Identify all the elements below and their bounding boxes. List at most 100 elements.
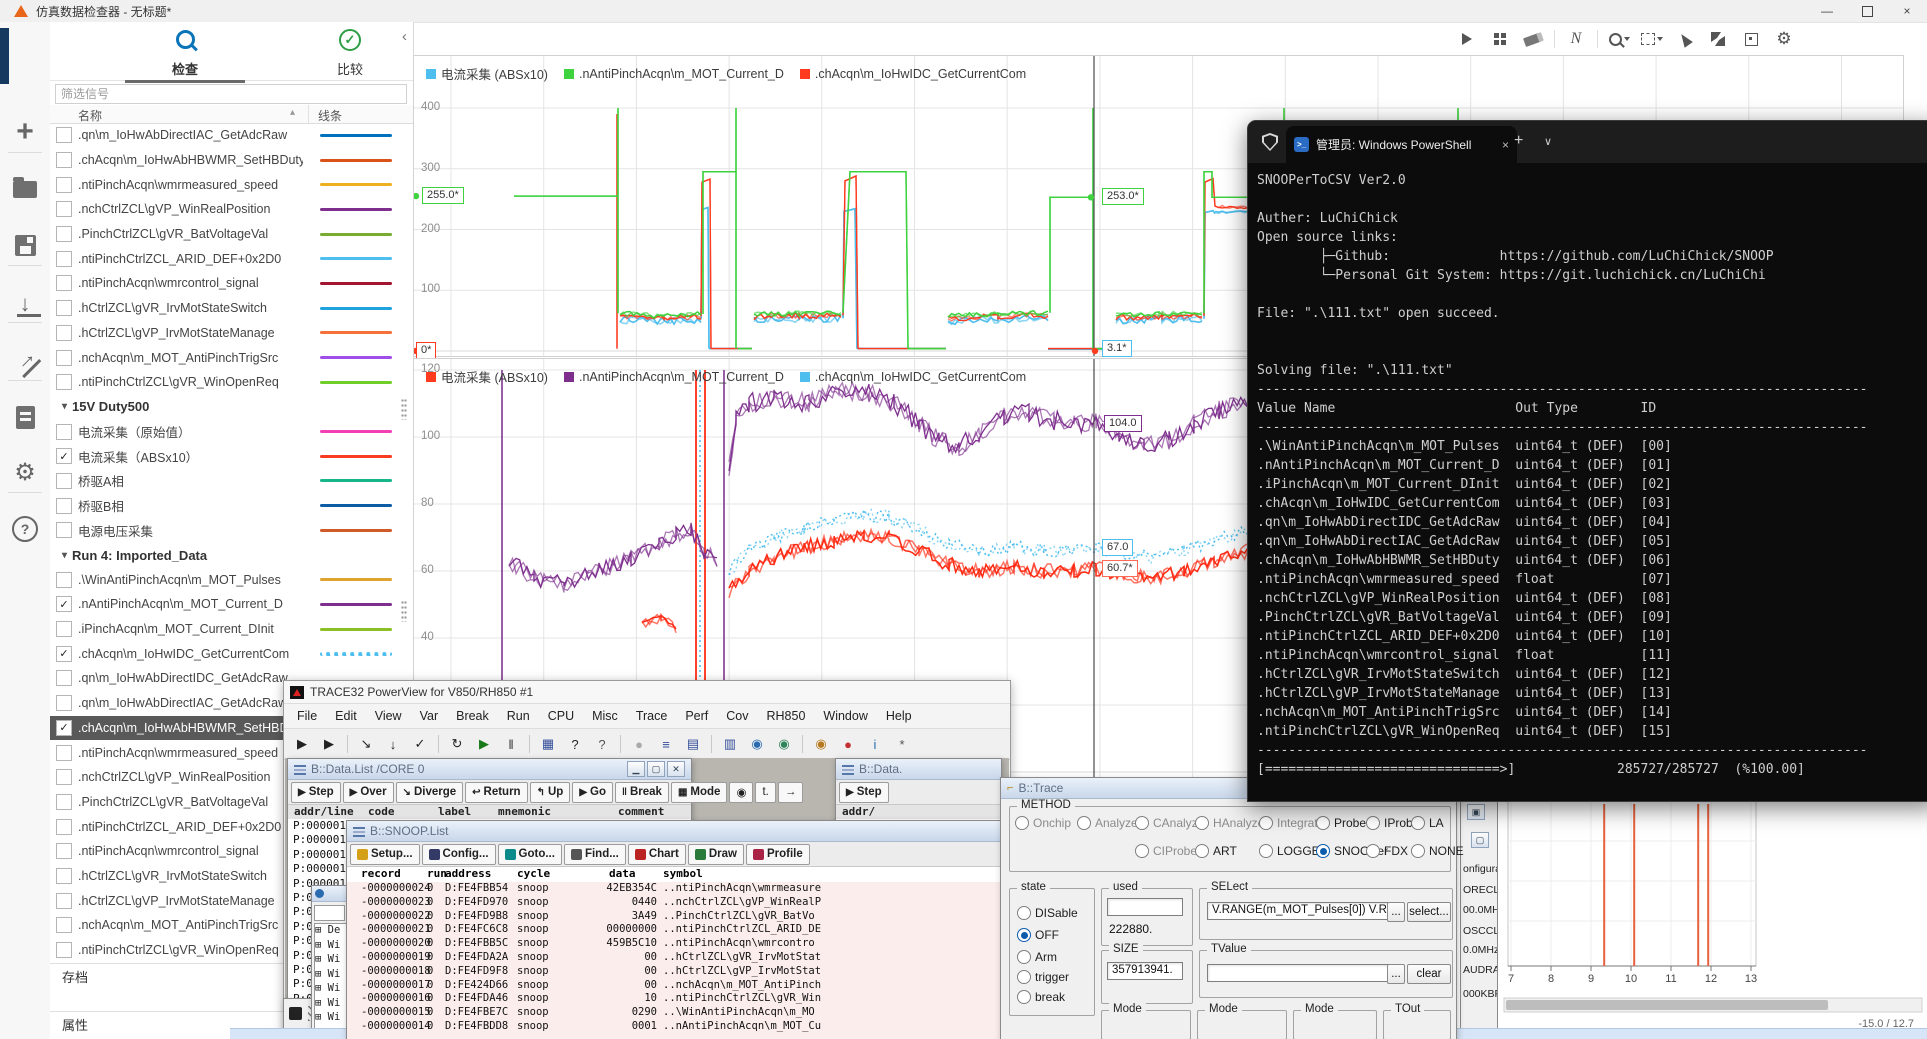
up-button[interactable]: ↰Up [530, 782, 571, 803]
signal-annotation-button[interactable]: N [1564, 27, 1588, 51]
cursor-value-marker[interactable]: 60.7* [1102, 560, 1138, 577]
collapse-panel-icon[interactable]: ‹ [402, 28, 407, 45]
help-button[interactable]: ? [563, 732, 587, 756]
assemble-check-button[interactable]: ✓ [408, 732, 432, 756]
radio-fdx[interactable]: FDX [1366, 844, 1408, 858]
collapse-group-icon[interactable]: ▾ [62, 401, 67, 412]
signal-checkbox[interactable] [56, 325, 72, 341]
tree-titlebar[interactable] [312, 886, 347, 902]
legend-item[interactable]: 电流采集 (ABSx10) [426, 367, 548, 386]
signal-row[interactable]: 电流采集（原始值） [50, 419, 413, 444]
step-button[interactable]: ▶Step [291, 782, 341, 803]
tree-item[interactable]: ⊞ Wi [315, 939, 346, 954]
menu-cov[interactable]: Cov [717, 709, 757, 723]
tvalue-field[interactable] [1207, 964, 1389, 982]
minimize-icon[interactable]: — [1807, 0, 1847, 22]
signal-row[interactable]: 桥驱A相 [50, 469, 413, 494]
step-button[interactable]: ▶Step [839, 782, 889, 803]
snoop-record-row[interactable]: -00000000140D:FE4FBDD8snoop0001..nAntiPi… [347, 1020, 1001, 1034]
signal-checkbox[interactable] [56, 473, 72, 489]
signal-row[interactable]: .chAcqn\m_IoHwAbHBWMR_SetHBDuty [50, 148, 413, 173]
minimize-icon[interactable]: ▁ [627, 761, 645, 777]
signal-checkbox[interactable] [56, 350, 72, 366]
snoop-record-row[interactable]: -00000000240D:FE4FBB54snoop42EB354C..nti… [347, 882, 1001, 896]
signal-row[interactable]: 桥驱B相 [50, 493, 413, 518]
restore-icon[interactable]: ▢ [647, 761, 665, 777]
tree-item[interactable]: ⊞ Wi [315, 968, 346, 983]
signal-row[interactable]: .ntiPinchCtrlZCL\gVR_WinOpenReq [50, 370, 413, 395]
close-icon[interactable]: ✕ [667, 761, 685, 777]
return-button[interactable]: ↩Return [465, 782, 527, 803]
tools-button[interactable]: * [890, 732, 914, 756]
column-line[interactable]: 线条 [318, 107, 342, 124]
snoop-record-row[interactable]: -00000000210D:FE4FC6C8snoop00000000..nti… [347, 923, 1001, 937]
radio-off[interactable]: OFF [1017, 928, 1059, 942]
snoop-record-row[interactable]: -00000000160D:FE4FDA46snoop10..ntiPinchC… [347, 992, 1001, 1006]
signal-checkbox[interactable] [56, 201, 72, 217]
column-name[interactable]: 名称 [78, 107, 102, 124]
menu-run[interactable]: Run [498, 709, 539, 723]
signal-checkbox[interactable] [56, 695, 72, 711]
zoom-in-button[interactable] [1607, 27, 1631, 51]
profile-button[interactable]: Profile [746, 844, 810, 865]
radio-break[interactable]: break [1017, 990, 1065, 1004]
signal-checkbox[interactable] [56, 251, 72, 267]
signal-checkbox[interactable] [56, 843, 72, 859]
cursor-value-marker[interactable]: 0* [416, 342, 436, 359]
break-config-button[interactable]: ● [836, 732, 860, 756]
tree-item[interactable]: ⊞ Wi [315, 997, 346, 1012]
signal-checkbox[interactable] [56, 177, 72, 193]
signal-checkbox[interactable]: ✓ [56, 596, 72, 612]
collapse-group-icon[interactable]: ▾ [62, 550, 67, 561]
signal-checkbox[interactable] [56, 670, 72, 686]
snoop-record-row[interactable]: -00000000180D:FE4FD9F8snoop00..hCtrlZCL\… [347, 965, 1001, 979]
signal-row[interactable]: .qn\m_IoHwAbDirectIAC_GetAdcRaw [50, 123, 413, 148]
menu-edit[interactable]: Edit [326, 709, 366, 723]
signal-row[interactable]: .nchAcqn\m_MOT_AntiPinchTrigSrc [50, 345, 413, 370]
marquee-select-button[interactable] [1640, 27, 1664, 51]
legend-item[interactable]: .nAntiPinchAcqn\m_MOT_Current_D [564, 64, 784, 83]
select-button[interactable]: select... [1407, 902, 1451, 922]
menu-cpu[interactable]: CPU [539, 709, 583, 723]
radio-ciprobe[interactable]: CIProbe [1135, 844, 1197, 858]
legend-item[interactable]: 电流采集 (ABSx10) [426, 64, 548, 83]
watch-c-button[interactable]: ◉ [809, 732, 833, 756]
select-more-button[interactable]: ... [1387, 902, 1405, 922]
signal-checkbox[interactable] [56, 868, 72, 884]
datalist2-titlebar[interactable]: B::Data. [836, 759, 1001, 780]
eraser-button[interactable] [1521, 27, 1545, 51]
maximize-icon[interactable] [1847, 0, 1887, 22]
signal-row[interactable]: .hCtrlZCL\gVR_IrvMotStateSwitch [50, 296, 413, 321]
menu-misc[interactable]: Misc [583, 709, 627, 723]
signal-checkbox[interactable] [56, 300, 72, 316]
cursor-value-marker[interactable]: 253.0* [1102, 188, 1144, 205]
radio-la[interactable]: LA [1411, 816, 1444, 830]
snoop-record-row[interactable]: -00000000230D:FE4FD970snoop0440..nchCtrl… [347, 896, 1001, 910]
snoop-titlebar[interactable]: B::SNOOP.List [347, 821, 1001, 842]
terminal-tab[interactable]: >_ 管理员: Windows PowerShell × [1286, 126, 1517, 163]
signal-row[interactable]: ✓.nAntiPinchAcqn\m_MOT_Current_D [50, 592, 413, 617]
menu-file[interactable]: File [288, 709, 326, 723]
signal-row[interactable]: .ntiPinchAcqn\wmrcontrol_signal [50, 271, 413, 296]
radio-none[interactable]: NONE [1411, 844, 1464, 858]
signal-row[interactable]: .iPinchAcqn\m_MOT_Current_DInit [50, 617, 413, 642]
draw-button[interactable]: Draw [688, 844, 744, 865]
toolbar-extra-button[interactable]: t. [755, 782, 775, 803]
signal-checkbox[interactable] [56, 572, 72, 588]
restore-icon[interactable]: ▢ [1471, 832, 1489, 848]
subplot-grid-button[interactable] [1488, 27, 1512, 51]
list-button[interactable]: ≡ [654, 732, 678, 756]
signal-row[interactable]: .ntiPinchCtrlZCL_ARID_DEF+0x2D0 [50, 246, 413, 271]
signal-checkbox[interactable] [56, 917, 72, 933]
snoop-record-row[interactable]: -00000000190D:FE4FDA2Asnoop00..hCtrlZCL\… [347, 951, 1001, 965]
export-button[interactable]: → [0, 337, 50, 381]
add-button[interactable]: + [0, 110, 50, 154]
snoop-record-row[interactable]: -00000000150D:FE4FBE7Csnoop0290..\WinAnt… [347, 1006, 1001, 1020]
report-button[interactable] [0, 395, 50, 439]
signal-checkbox[interactable] [56, 374, 72, 390]
cursor-value-marker[interactable]: 67.0 [1102, 539, 1133, 556]
signal-row[interactable]: 电源电压采集 [50, 518, 413, 543]
expand-button[interactable] [1706, 27, 1730, 51]
signal-checkbox[interactable] [56, 745, 72, 761]
cursor-value-marker[interactable]: 255.0* [422, 187, 464, 204]
